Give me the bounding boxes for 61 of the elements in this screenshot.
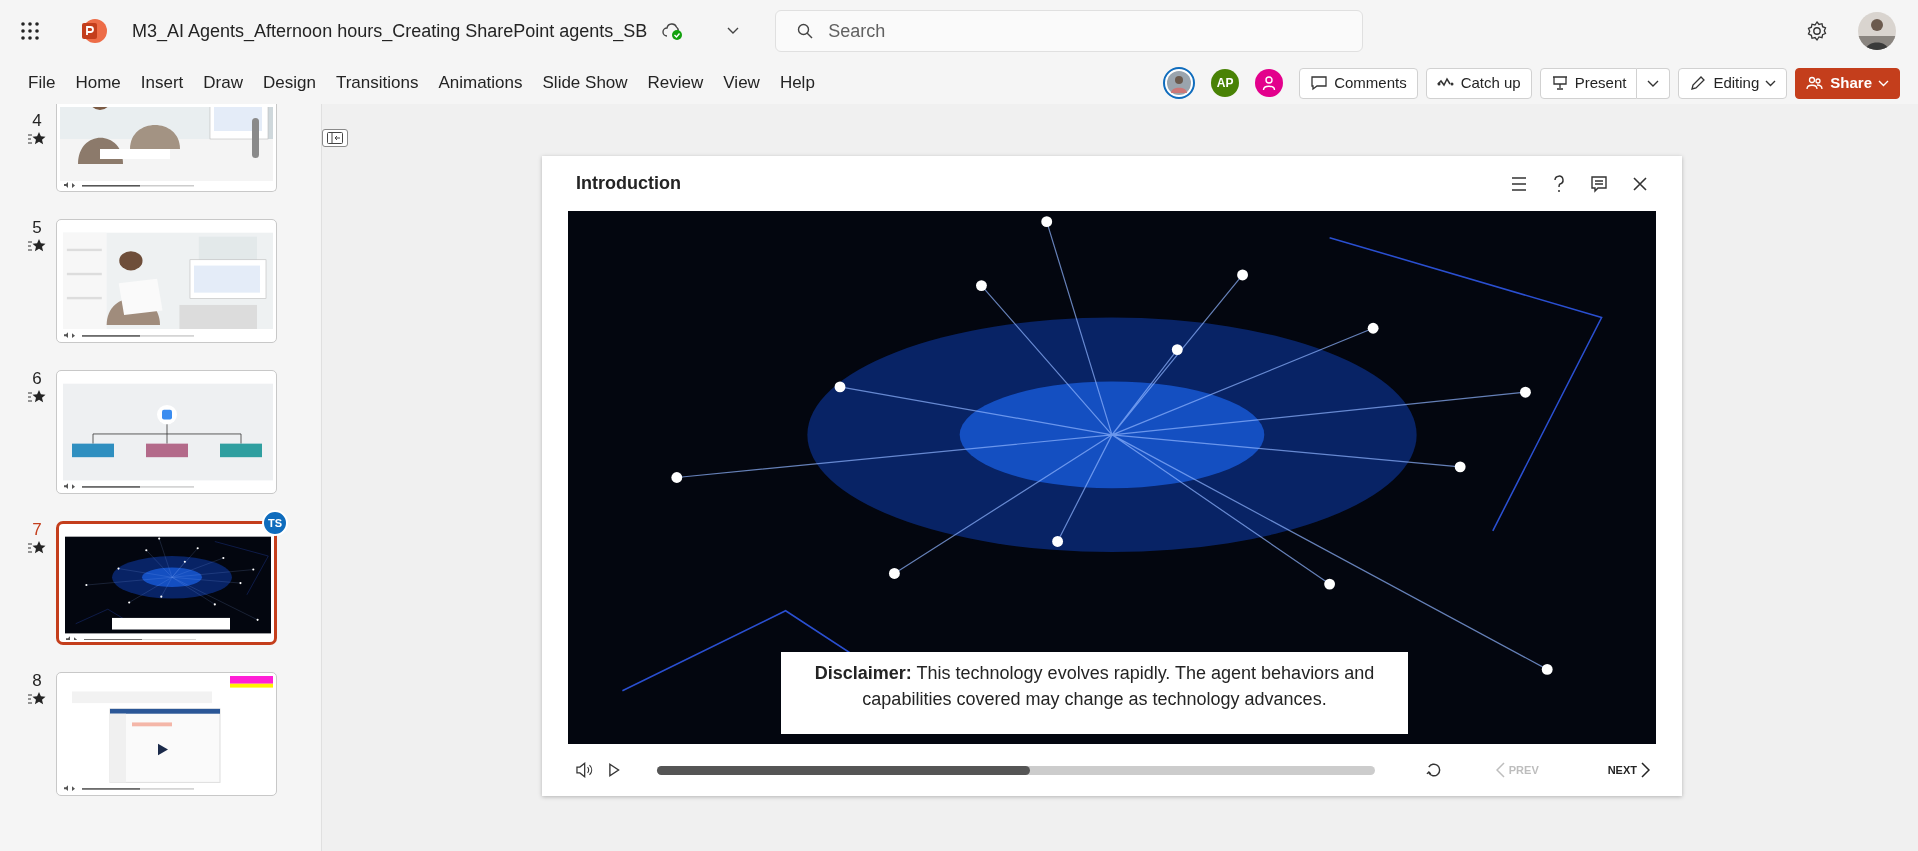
slide-number: 7 xyxy=(31,521,43,540)
people-icon xyxy=(1806,74,1825,92)
ribbon-tab[interactable]: Review xyxy=(637,66,714,100)
comments-button[interactable]: Comments xyxy=(1299,67,1418,99)
replay-icon[interactable] xyxy=(1425,761,1443,779)
chevron-down-icon xyxy=(1765,79,1777,87)
animation-star-icon xyxy=(28,690,46,707)
catchup-button[interactable]: Catch up xyxy=(1425,67,1532,99)
present-options-button[interactable] xyxy=(1637,67,1671,99)
panel-collapse-icon xyxy=(327,132,343,144)
slide-number: 6 xyxy=(31,370,43,389)
close-icon[interactable] xyxy=(1632,175,1648,192)
settings-icon[interactable] xyxy=(1806,20,1828,42)
ribbon-tab[interactable]: Transitions xyxy=(325,66,429,100)
profile-avatar[interactable] xyxy=(1858,12,1896,50)
ribbon-tab[interactable]: Help xyxy=(769,66,825,100)
collaborator-avatar[interactable]: AP xyxy=(1211,69,1240,97)
ribbon-tab[interactable]: Slide Show xyxy=(532,66,638,100)
animation-star-icon xyxy=(28,130,46,147)
slide-number: 5 xyxy=(31,219,43,238)
notes-icon[interactable] xyxy=(1590,174,1608,193)
chevron-left-icon xyxy=(1495,762,1505,778)
speaker-icon[interactable] xyxy=(576,762,594,778)
search-icon xyxy=(797,23,814,39)
play-icon[interactable] xyxy=(607,762,621,778)
ribbon-tab[interactable]: Design xyxy=(252,66,326,100)
editing-button[interactable]: Editing xyxy=(1678,67,1788,99)
comment-icon xyxy=(1310,74,1329,92)
app-logo-icon xyxy=(80,17,108,45)
presence-badge: TS xyxy=(262,510,288,536)
scrollbar-thumb[interactable] xyxy=(252,118,259,158)
document-title: M3_AI Agents_Afternoon hours_Creating SharePoint agents_SB xyxy=(132,19,648,44)
ribbon-tab[interactable]: Draw xyxy=(193,66,253,100)
animation-star-icon xyxy=(28,237,46,254)
animation-star-icon xyxy=(28,388,46,405)
collaborator-avatar[interactable] xyxy=(1163,67,1196,99)
present-button[interactable]: Present xyxy=(1539,67,1638,99)
collapse-pane-button[interactable] xyxy=(322,129,348,147)
ribbon-tab[interactable]: Animations xyxy=(428,66,533,100)
chevron-down-icon xyxy=(1878,79,1889,87)
animation-star-icon xyxy=(28,539,46,556)
help-icon[interactable] xyxy=(1552,174,1566,193)
ribbon-tab[interactable]: Insert xyxy=(130,66,194,100)
chevron-down-icon[interactable] xyxy=(727,27,740,35)
collaborator-avatar[interactable] xyxy=(1255,69,1284,97)
next-button[interactable]: NEXT xyxy=(1601,760,1656,780)
slide-number: 4 xyxy=(31,112,43,131)
chevron-down-icon xyxy=(1647,79,1660,87)
app-launcher-icon[interactable] xyxy=(20,21,40,41)
chevron-right-icon xyxy=(1641,762,1650,778)
ribbon-tab[interactable]: View xyxy=(713,66,770,100)
slide-title: Introduction xyxy=(576,172,681,195)
presentation-icon xyxy=(1550,74,1569,92)
search-field[interactable]: Search xyxy=(775,10,1364,52)
ribbon-tab[interactable]: File xyxy=(18,66,66,100)
menu-icon[interactable] xyxy=(1510,174,1528,193)
progress-track[interactable] xyxy=(656,765,1376,775)
share-button[interactable]: Share xyxy=(1795,67,1900,99)
disclaimer-text: Disclaimer: This technology evolves rapidly. The agent behaviors and capabilities covered may change as technology advances. xyxy=(781,652,1408,734)
slide-number: 8 xyxy=(31,672,43,691)
ribbon-tab[interactable]: Home xyxy=(65,66,131,100)
